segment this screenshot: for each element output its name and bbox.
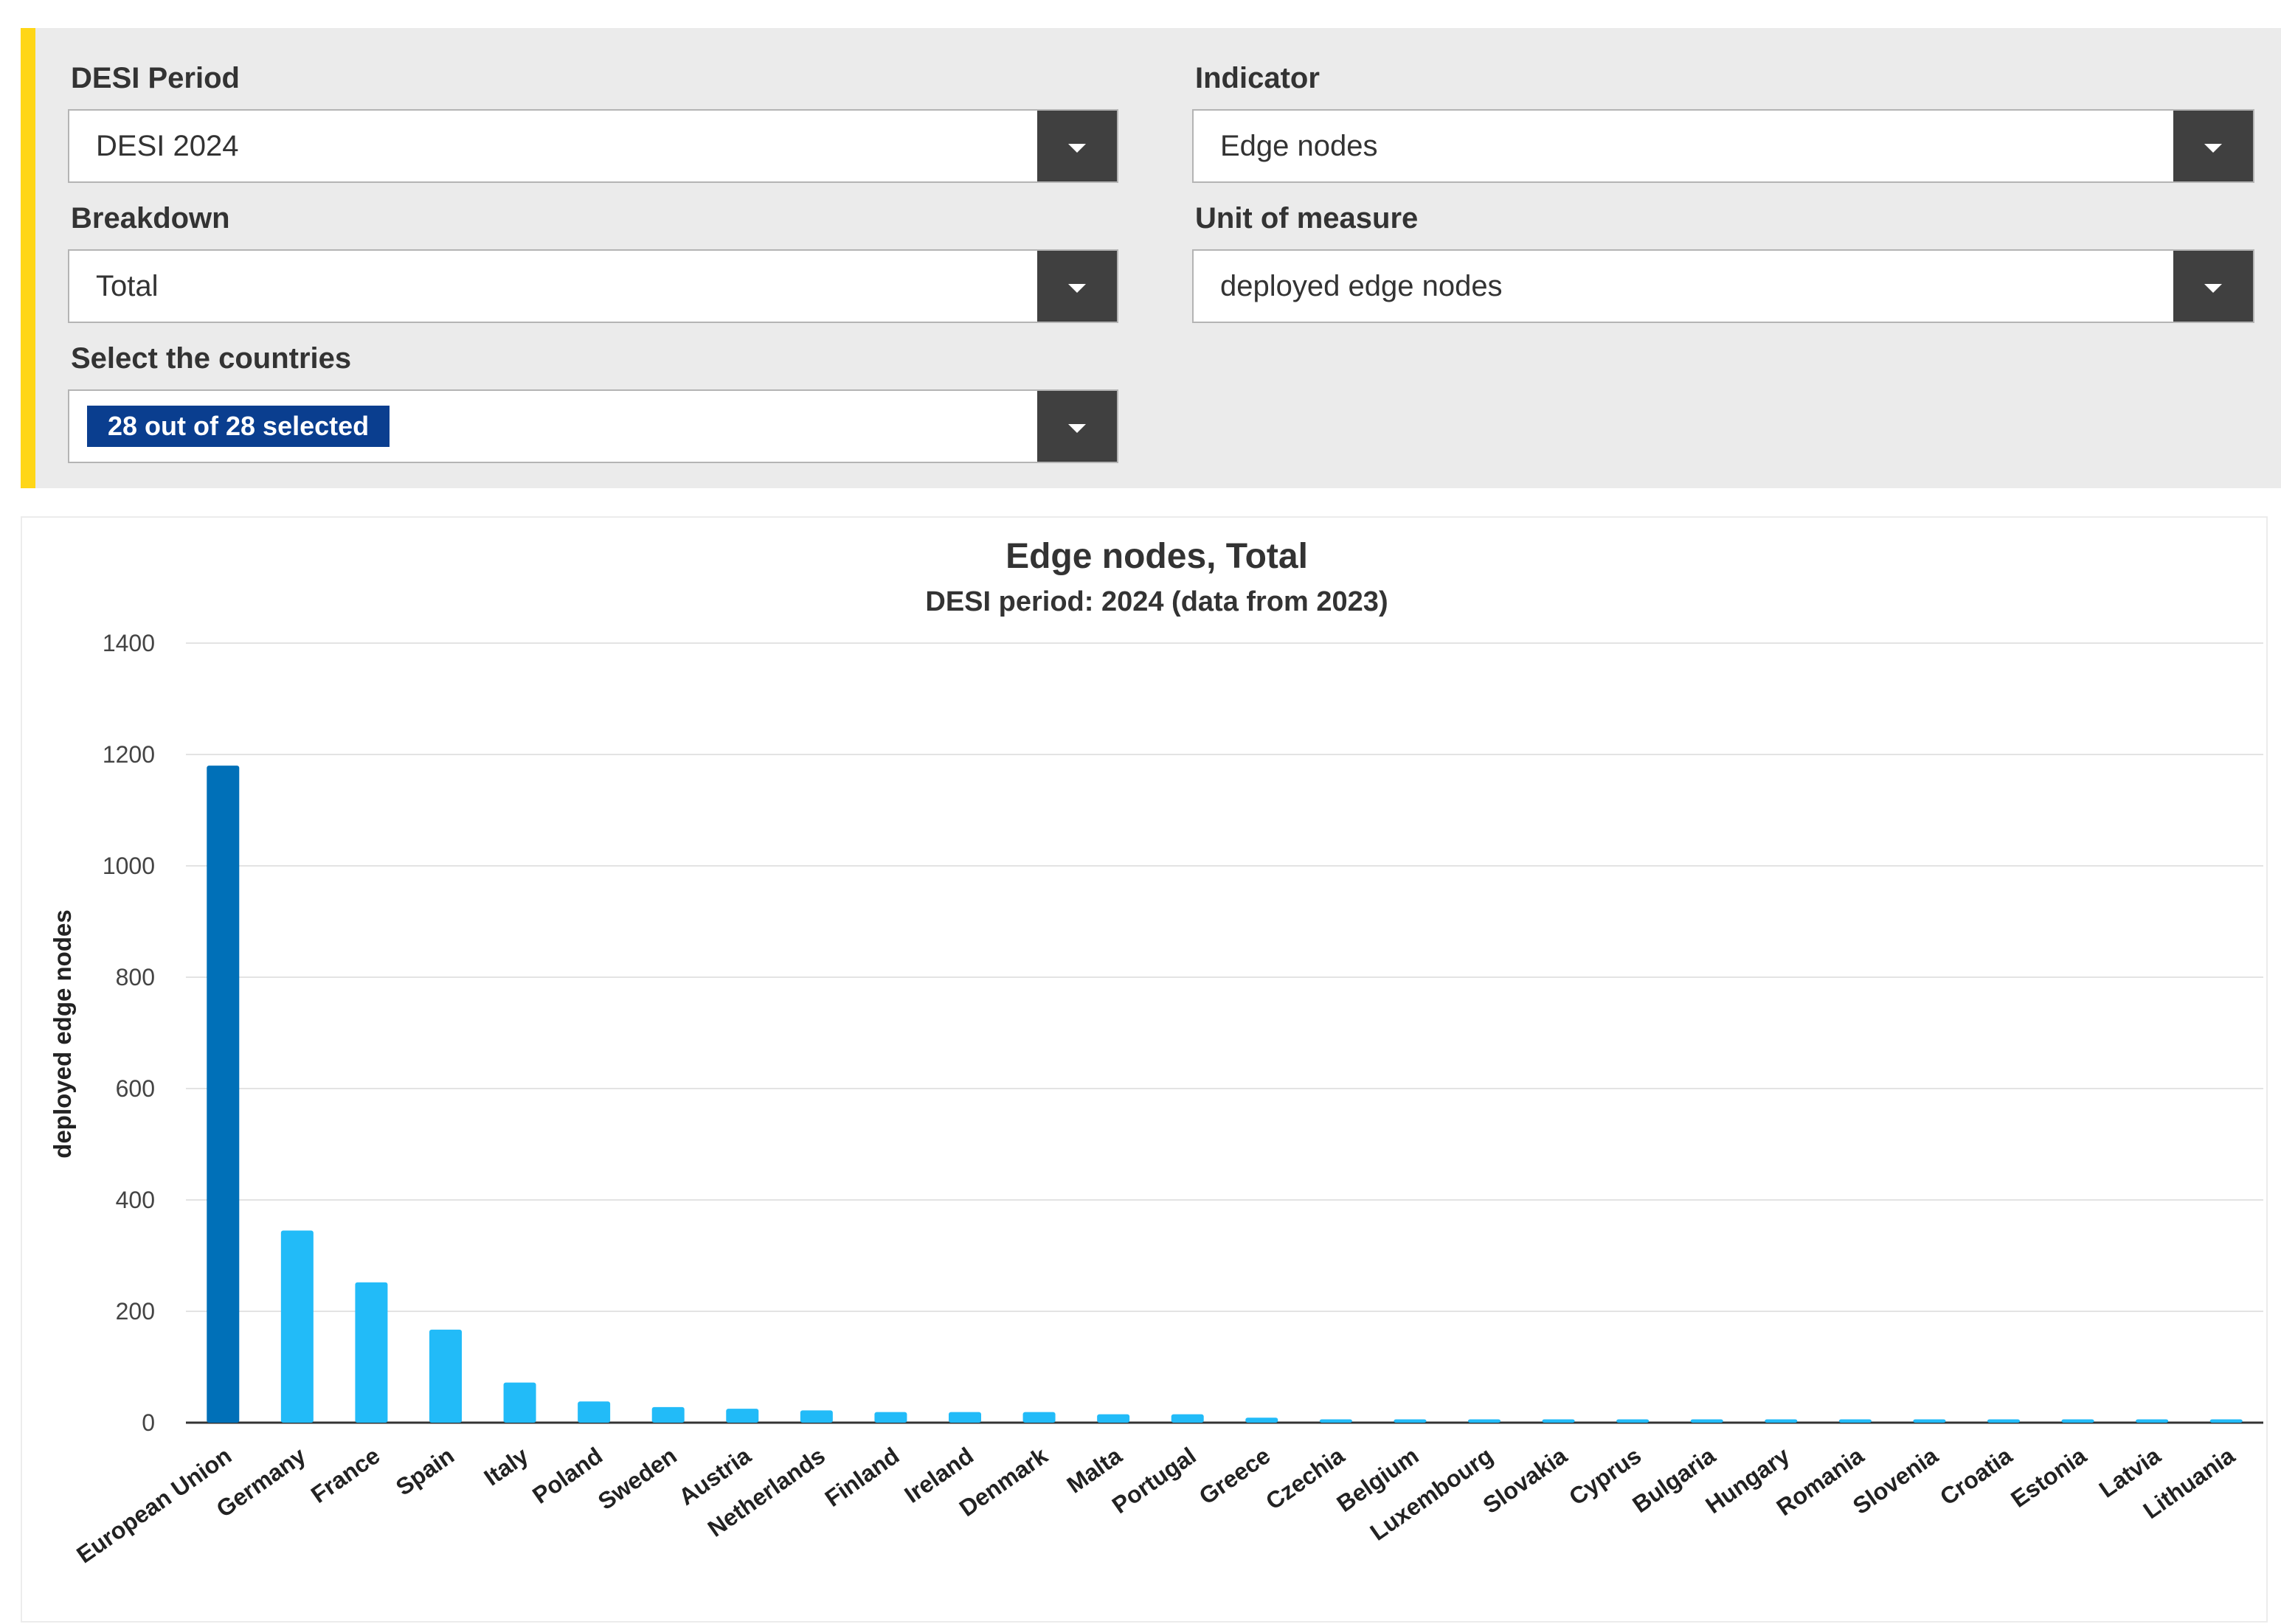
unit-of-measure-label: Unit of measure <box>1195 202 1419 235</box>
breakdown-dropdown-button[interactable] <box>1037 251 1117 322</box>
bar-austria[interactable] <box>726 1409 759 1423</box>
bar-luxembourg[interactable] <box>1468 1419 1501 1423</box>
chart-card: Edge nodes, Total DESI period: 2024 (dat… <box>21 516 2268 1623</box>
x-tick-label: Finland <box>820 1442 904 1512</box>
bar-latvia[interactable] <box>2136 1419 2169 1423</box>
chart-title: Edge nodes, Total <box>1005 537 1308 576</box>
caret-down-icon <box>2204 284 2222 293</box>
indicator-select[interactable]: Edge nodes <box>1192 109 2254 183</box>
x-tick-label: Croatia <box>1935 1442 2017 1510</box>
x-tick-label: Italy <box>479 1442 533 1491</box>
bar-poland[interactable] <box>578 1401 611 1423</box>
bar-italy[interactable] <box>503 1382 536 1423</box>
y-tick-labels: 0 200 400 600 800 1000 1200 1400 <box>103 630 155 1436</box>
bar-czechia[interactable] <box>1319 1419 1352 1423</box>
bar-slovakia[interactable] <box>1542 1419 1575 1423</box>
x-tick-label: Greece <box>1194 1442 1276 1510</box>
y-tick-label: 800 <box>116 964 155 990</box>
countries-label: Select the countries <box>71 342 352 375</box>
bar-lithuania[interactable] <box>2209 1419 2243 1423</box>
accent-strip <box>21 28 35 488</box>
indicator-label: Indicator <box>1195 62 1320 94</box>
y-tick-label: 1400 <box>103 630 155 656</box>
desi-period-value: DESI 2024 <box>96 130 239 162</box>
bar-denmark[interactable] <box>1022 1412 1056 1423</box>
bar-european-union[interactable] <box>207 766 240 1423</box>
breakdown-value: Total <box>96 270 159 302</box>
gridlines <box>186 642 2263 1424</box>
breakdown-label: Breakdown <box>71 202 230 235</box>
x-tick-label: Spain <box>391 1442 459 1500</box>
caret-down-icon <box>1068 144 1086 153</box>
bar-france[interactable] <box>355 1282 388 1423</box>
bar-finland[interactable] <box>874 1412 907 1423</box>
x-tick-label: Estonia <box>2006 1442 2091 1513</box>
bar-estonia[interactable] <box>2061 1419 2094 1423</box>
bar-cyprus[interactable] <box>1616 1419 1650 1423</box>
x-tick-label: European Union <box>72 1442 236 1568</box>
caret-down-icon <box>1068 424 1086 433</box>
caret-down-icon <box>1068 284 1086 293</box>
countries-dropdown-button[interactable] <box>1037 391 1117 462</box>
chart-subtitle: DESI period: 2024 (data from 2023) <box>925 586 1388 617</box>
y-tick-label: 200 <box>116 1298 155 1325</box>
y-tick-label: 400 <box>116 1187 155 1213</box>
unit-of-measure-value: deployed edge nodes <box>1220 270 1503 302</box>
countries-select[interactable]: 28 out of 28 selected <box>68 389 1118 463</box>
bar-slovenia[interactable] <box>1913 1419 1946 1423</box>
desi-period-select[interactable]: DESI 2024 <box>68 109 1118 183</box>
bar-portugal[interactable] <box>1171 1414 1204 1423</box>
bar-greece[interactable] <box>1245 1417 1278 1423</box>
y-tick-label: 600 <box>116 1075 155 1102</box>
bar-chart: Edge nodes, Total DESI period: 2024 (dat… <box>49 537 2263 1568</box>
bar-sweden[interactable] <box>651 1406 685 1423</box>
bar-netherlands[interactable] <box>800 1410 833 1423</box>
x-tick-label: France <box>306 1442 385 1508</box>
x-tick-label: Poland <box>527 1442 607 1509</box>
x-tick-label: Czechia <box>1261 1442 1349 1515</box>
indicator-value: Edge nodes <box>1220 130 1378 162</box>
bar-germany[interactable] <box>280 1230 314 1423</box>
unit-of-measure-dropdown-button[interactable] <box>2173 251 2253 322</box>
bar-malta[interactable] <box>1097 1414 1130 1423</box>
desi-period-dropdown-button[interactable] <box>1037 111 1117 181</box>
y-tick-label: 1000 <box>103 853 155 879</box>
bar-romania[interactable] <box>1838 1419 1872 1423</box>
y-tick-label: 1200 <box>103 741 155 768</box>
x-tick-label: Portugal <box>1107 1442 1201 1519</box>
y-tick-label: 0 <box>142 1409 155 1436</box>
countries-selected-badge: 28 out of 28 selected <box>87 406 390 447</box>
y-axis-label: deployed edge nodes <box>49 909 76 1158</box>
bar-spain[interactable] <box>429 1329 462 1423</box>
x-tick-label: Bulgaria <box>1627 1442 1720 1518</box>
x-tick-label: Sweden <box>593 1442 682 1515</box>
bar-belgium[interactable] <box>1394 1419 1427 1423</box>
filter-panel: DESI Period DESI 2024 Indicator Edge nod… <box>21 28 2281 488</box>
bar-bulgaria[interactable] <box>1690 1419 1723 1423</box>
bar-hungary[interactable] <box>1765 1419 1798 1423</box>
x-tick-label: Slovenia <box>1848 1442 1943 1519</box>
indicator-dropdown-button[interactable] <box>2173 111 2253 181</box>
caret-down-icon <box>2204 144 2222 153</box>
bar-ireland[interactable] <box>949 1412 981 1423</box>
bar-croatia[interactable] <box>1987 1419 2020 1423</box>
unit-of-measure-select[interactable]: deployed edge nodes <box>1192 249 2254 323</box>
desi-period-label: DESI Period <box>71 62 240 94</box>
breakdown-select[interactable]: Total <box>68 249 1118 323</box>
bars <box>207 766 2243 1423</box>
x-tick-labels: European UnionGermanyFrance Spain ItalyPol… <box>72 1442 2240 1568</box>
x-tick-label: Slovakia <box>1478 1442 1572 1519</box>
